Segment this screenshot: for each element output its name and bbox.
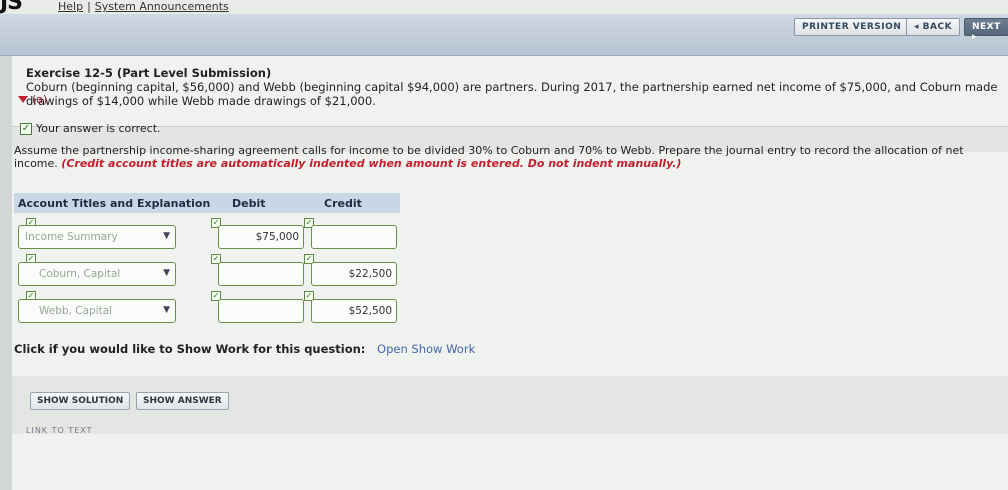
header-account: Account Titles and Explanation: [18, 197, 211, 210]
chevron-down-icon: ▼: [163, 268, 170, 278]
top-bar: JS Help | System Announcements: [0, 0, 1008, 15]
part-toggle[interactable]: (a): [18, 93, 47, 106]
account-select[interactable]: Coburn, Capital ▼: [18, 262, 176, 286]
chevron-down-icon: ▼: [163, 305, 170, 315]
exercise-block: Exercise 12-5 (Part Level Submission) Co…: [26, 66, 1008, 108]
link-to-text[interactable]: LINK TO TEXT: [26, 426, 92, 435]
collapse-triangle-icon: [18, 96, 28, 103]
show-solution-button[interactable]: SHOW SOLUTION: [30, 392, 131, 410]
exercise-title: Exercise 12-5 (Part Level Submission): [26, 66, 272, 80]
header-debit: Debit: [232, 197, 266, 210]
account-select[interactable]: Webb, Capital ▼: [18, 299, 176, 323]
account-value: Coburn, Capital: [39, 268, 121, 280]
credit-input[interactable]: [311, 225, 397, 249]
show-work-prompt: Click if you would like to Show Work for…: [14, 342, 366, 356]
debit-input[interactable]: $75,000: [218, 225, 304, 249]
debit-input[interactable]: [218, 299, 304, 323]
nav-band: PRINTER VERSION ◂ BACK NEXT ▸: [0, 14, 1008, 56]
top-links: Help | System Announcements: [58, 0, 229, 13]
chevron-down-icon: ▼: [163, 231, 170, 241]
debit-input[interactable]: [218, 262, 304, 286]
next-button[interactable]: NEXT ▸: [964, 18, 1008, 42]
open-show-work-link[interactable]: Open Show Work: [377, 342, 475, 356]
announcements-link[interactable]: System Announcements: [95, 0, 229, 13]
account-select[interactable]: Income Summary ▼: [18, 225, 176, 249]
journal-header: Account Titles and Explanation Debit Cre…: [14, 193, 400, 213]
link-separator: |: [87, 0, 91, 13]
answer-status: ✓ Your answer is correct.: [20, 122, 161, 135]
back-button[interactable]: ◂ BACK: [906, 18, 961, 36]
printer-version-button[interactable]: PRINTER VERSION: [794, 18, 910, 36]
instructions: Assume the partnership income-sharing ag…: [14, 144, 974, 170]
exercise-body: Coburn (beginning capital, $56,000) and …: [26, 80, 998, 108]
answer-status-text: Your answer is correct.: [36, 122, 161, 135]
instructions-note: (Credit account titles are automatically…: [61, 157, 682, 170]
account-value: Income Summary: [25, 231, 118, 243]
help-link[interactable]: Help: [58, 0, 83, 13]
header-credit: Credit: [324, 197, 362, 210]
show-answer-button[interactable]: SHOW ANSWER: [136, 392, 229, 410]
credit-input[interactable]: $22,500: [311, 262, 397, 286]
account-value: Webb, Capital: [39, 305, 113, 317]
show-work-row: Click if you would like to Show Work for…: [14, 342, 475, 356]
credit-input[interactable]: $52,500: [311, 299, 397, 323]
part-label: (a): [32, 93, 48, 106]
checkmark-icon: ✓: [20, 122, 32, 135]
logo: JS: [0, 0, 23, 15]
